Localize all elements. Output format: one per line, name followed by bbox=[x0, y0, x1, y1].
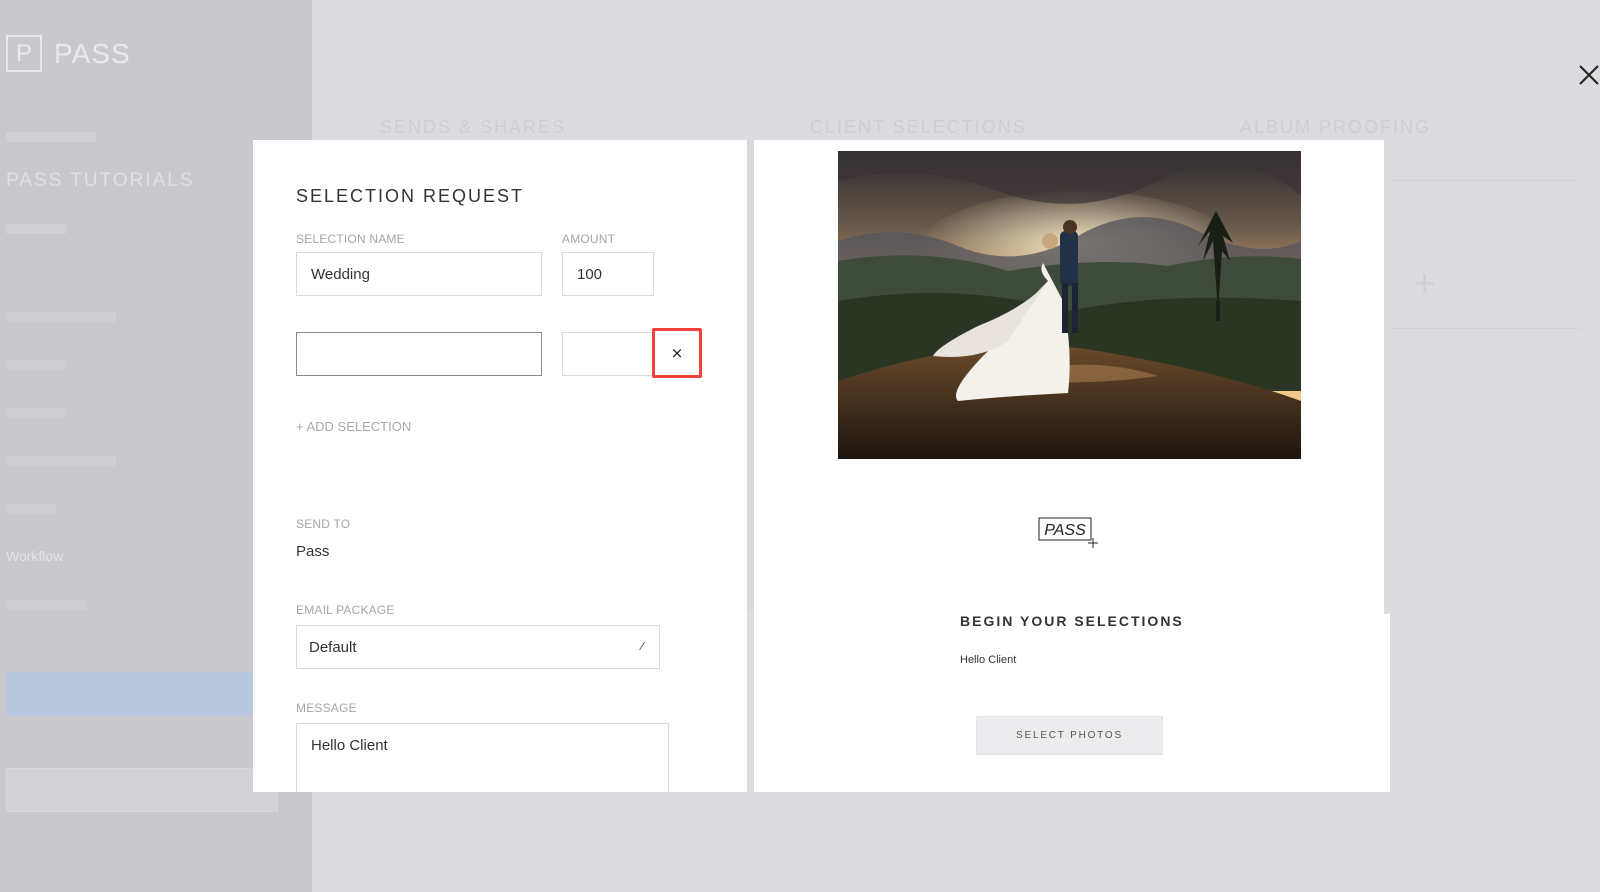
preview-logo-text: PASS bbox=[1044, 522, 1086, 539]
amount-input-2[interactable] bbox=[562, 332, 654, 376]
selection-name-label: SELECTION NAME bbox=[296, 232, 405, 246]
gallery-title: PASS TUTORIALS bbox=[6, 170, 195, 191]
message-textarea[interactable]: Hello Client bbox=[296, 723, 669, 792]
form-title: SELECTION REQUEST bbox=[296, 186, 525, 206]
background-divider bbox=[1390, 180, 1580, 181]
preview-scrollbar[interactable] bbox=[1384, 140, 1390, 614]
tab-client-selections[interactable]: CLIENT SELECTIONS bbox=[810, 117, 1027, 138]
amount-label: AMOUNT bbox=[562, 232, 616, 246]
send-to-label: SEND TO bbox=[296, 517, 351, 531]
tab-sends-shares[interactable]: SENDS & SHARES bbox=[380, 117, 566, 138]
amount-input[interactable]: 100 bbox=[562, 252, 654, 296]
pass-logo-mark: P bbox=[6, 35, 42, 72]
selection-name-input-2[interactable] bbox=[296, 332, 542, 376]
selection-name-input[interactable]: Wedding bbox=[296, 252, 542, 296]
sidebar-item[interactable] bbox=[6, 504, 56, 514]
select-photos-button[interactable]: SELECT PHOTOS bbox=[976, 716, 1163, 755]
send-to-value: Pass bbox=[296, 543, 330, 560]
preview-heading: BEGIN YOUR SELECTIONS bbox=[960, 613, 1184, 629]
sidebar-meta bbox=[6, 224, 66, 234]
email-package-label: EMAIL PACKAGE bbox=[296, 603, 395, 617]
sidebar-item-workflow[interactable]: Workflow bbox=[6, 548, 63, 564]
selection-request-form: SELECTION REQUEST SELECTION NAME AMOUNT … bbox=[253, 140, 747, 792]
sidebar-secondary-button[interactable] bbox=[6, 768, 278, 812]
background-divider bbox=[1390, 328, 1580, 329]
pass-logo-icon: PASS bbox=[1038, 517, 1098, 548]
sidebar-item[interactable] bbox=[6, 312, 116, 322]
sidebar-item[interactable] bbox=[6, 600, 86, 610]
sidebar-back-link[interactable] bbox=[6, 132, 96, 142]
close-icon: × bbox=[670, 344, 684, 362]
sidebar-item[interactable] bbox=[6, 408, 66, 418]
email-preview: PASS BEGIN YOUR SELECTIONS Hello Client … bbox=[754, 140, 1390, 792]
tab-album-proofing[interactable]: ALBUM PROOFING bbox=[1240, 117, 1431, 138]
form-scrollbar[interactable] bbox=[747, 140, 754, 610]
pass-logo-text: PASS bbox=[54, 38, 131, 69]
message-label: MESSAGE bbox=[296, 701, 357, 715]
preview-message: Hello Client bbox=[960, 654, 1017, 666]
email-package-value: Default bbox=[309, 638, 357, 656]
sidebar-item[interactable] bbox=[6, 360, 66, 370]
add-icon: + bbox=[1412, 266, 1438, 301]
cover-photo bbox=[838, 151, 1301, 459]
email-package-select[interactable]: Default ⁄ bbox=[296, 625, 660, 669]
remove-selection-button[interactable]: × bbox=[652, 328, 702, 378]
add-selection-link[interactable]: + ADD SELECTION bbox=[296, 419, 411, 434]
sidebar-item[interactable] bbox=[6, 456, 116, 466]
chevron-down-icon: ⁄ bbox=[641, 640, 643, 653]
close-icon[interactable] bbox=[1578, 64, 1600, 86]
